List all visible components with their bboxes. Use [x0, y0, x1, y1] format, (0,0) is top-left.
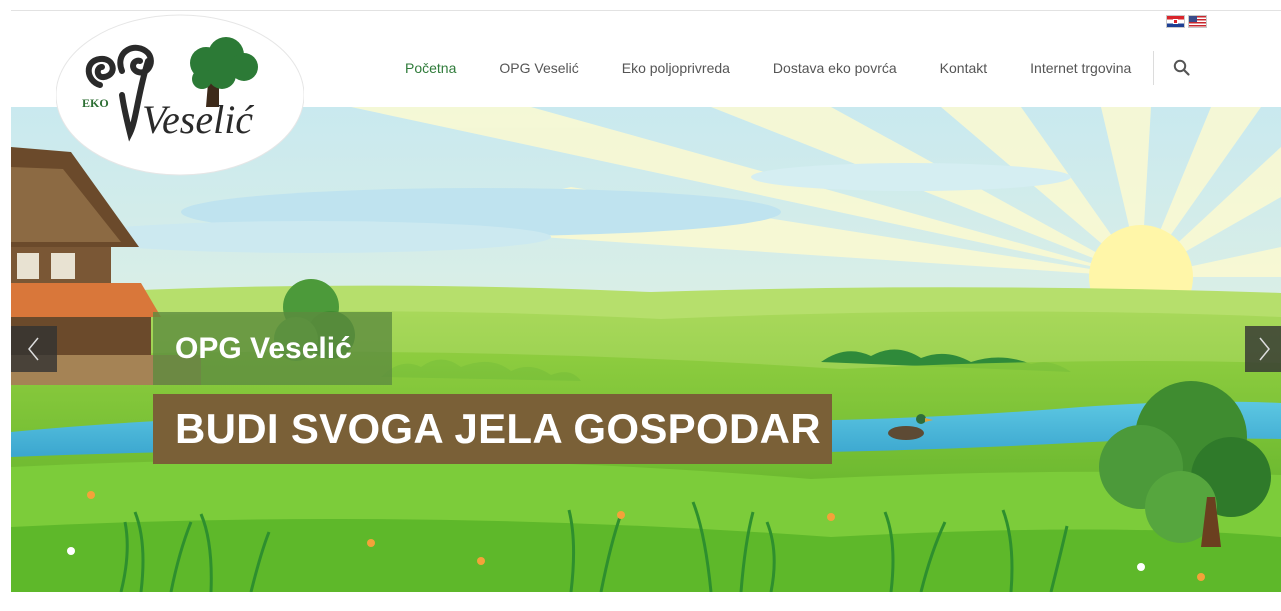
hero-headline: BUDI SVOGA JELA GOSPODAR	[153, 394, 832, 464]
chevron-right-icon	[1259, 337, 1270, 361]
nav-item-pocetna[interactable]: Početna	[405, 60, 456, 76]
chevron-left-icon	[28, 337, 39, 361]
nav-item-internet-trgovina[interactable]: Internet trgovina	[1030, 60, 1131, 76]
nav-divider	[1153, 51, 1155, 85]
slider-prev-button[interactable]	[11, 326, 57, 372]
main-nav: Početna OPG Veselić Eko poljoprivreda Do…	[405, 51, 1192, 85]
hero-slider: OPG Veselić BUDI SVOGA JELA GOSPODAR	[11, 107, 1281, 592]
logo-eko-text: EKO	[82, 96, 109, 110]
croatian-flag-icon[interactable]	[1166, 15, 1185, 28]
nav-item-dostava[interactable]: Dostava eko povrća	[773, 60, 897, 76]
nav-item-opg-veselic[interactable]: OPG Veselić	[499, 60, 578, 76]
slider-next-button[interactable]	[1245, 326, 1281, 372]
hero-subtitle: OPG Veselić	[153, 312, 392, 385]
us-flag-icon[interactable]	[1188, 15, 1207, 28]
logo-name-text: Veselić	[142, 97, 254, 142]
search-icon[interactable]	[1172, 58, 1192, 78]
language-switcher	[1166, 15, 1207, 28]
nav-item-eko-poljoprivreda[interactable]: Eko poljoprivreda	[622, 60, 730, 76]
site-logo[interactable]: EKO Veselić	[55, 11, 305, 176]
nav-item-kontakt[interactable]: Kontakt	[940, 60, 987, 76]
